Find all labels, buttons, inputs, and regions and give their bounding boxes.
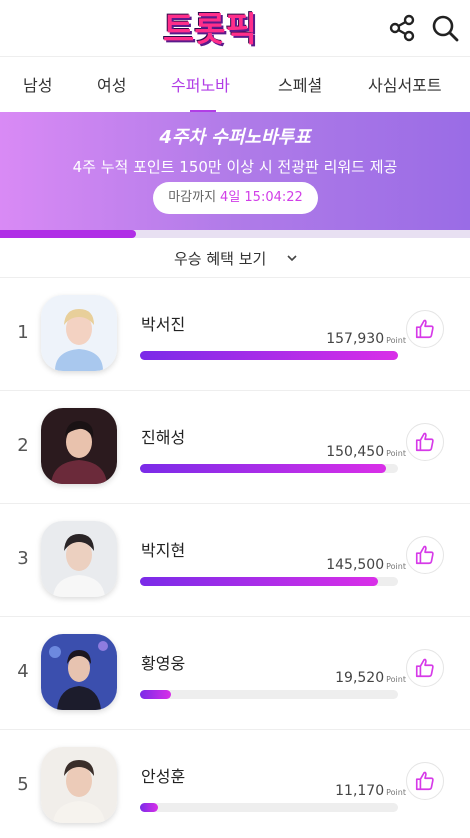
vote-progress-fill [0, 230, 137, 238]
ranking-row: 1 박서진 157,930 Point [0, 278, 470, 391]
score: 150,450 Point [326, 444, 406, 460]
rank-number: 3 [17, 548, 29, 569]
thumbs-up-icon [415, 771, 434, 791]
rank-number: 2 [17, 435, 29, 456]
score-bar-track [140, 803, 398, 812]
score-unit: Point [386, 449, 406, 458]
vote-button[interactable] [406, 536, 444, 574]
score: 11,170 Point [335, 783, 406, 799]
score-unit: Point [386, 336, 406, 345]
score-bar-fill [140, 577, 378, 586]
singer-name: 박지현 [141, 541, 186, 560]
person-portrait-icon [41, 747, 117, 823]
singer-name: 박서진 [141, 315, 186, 334]
logo-char: 트 [163, 10, 194, 50]
score-unit: Point [386, 788, 406, 797]
ranking-row: 5 안성훈 11,170 Point [0, 730, 470, 838]
score-value: 157,930 [326, 331, 385, 347]
tab-supernova[interactable]: 수퍼노바 [171, 57, 230, 113]
score-unit: Point [386, 675, 406, 684]
score: 19,520 Point [335, 670, 406, 686]
score: 145,500 Point [326, 557, 406, 573]
vote-button[interactable] [406, 310, 444, 348]
tab-female[interactable]: 여성 [97, 57, 126, 113]
chevron-down-icon [287, 255, 297, 262]
score-bar-fill [140, 351, 398, 360]
rank-number: 5 [17, 774, 29, 795]
tab-private-support[interactable]: 사심서포트 [368, 57, 442, 113]
score-bar-track [140, 464, 398, 473]
vote-button[interactable] [406, 423, 444, 461]
tab-special[interactable]: 스페셜 [278, 57, 322, 113]
deadline-label: 마감까지 [168, 190, 217, 205]
score-value: 145,500 [326, 557, 385, 573]
score: 157,930 Point [326, 331, 406, 347]
category-tabs: 남성 여성 수퍼노바 스페셜 사심서포트 [0, 56, 470, 113]
ranking-row: 2 진해성 150,450 Point [0, 391, 470, 504]
score-value: 19,520 [335, 670, 385, 686]
banner-title: 4주차 수퍼노바투표 [159, 127, 311, 148]
benefit-label: 우승 혜택 보기 [174, 250, 267, 268]
score-value: 150,450 [326, 444, 385, 460]
avatar[interactable] [41, 747, 117, 823]
score-value: 11,170 [335, 783, 385, 799]
deadline-countdown: 마감까지 4일 15:04:22 [153, 182, 318, 214]
ranking-row: 3 박지현 145,500 Point [0, 504, 470, 617]
logo-char: 롯 [194, 10, 225, 50]
person-portrait-icon [41, 634, 117, 710]
score-bar-fill [140, 690, 171, 699]
score-bar-fill [140, 803, 159, 812]
logo-char: 픽 [225, 10, 257, 50]
thumbs-up-icon [415, 545, 434, 565]
benefit-toggle[interactable]: 우승 혜택 보기 [0, 238, 470, 278]
score-bar-fill [140, 464, 386, 473]
tab-male[interactable]: 남성 [23, 57, 52, 113]
singer-name: 황영웅 [141, 654, 186, 673]
rank-number: 4 [17, 661, 29, 682]
share-icon[interactable] [388, 14, 416, 42]
person-portrait-icon [41, 521, 117, 597]
score-unit: Point [386, 562, 406, 571]
person-portrait-icon [41, 295, 117, 371]
vote-progress-track [0, 230, 470, 238]
person-portrait-icon [41, 408, 117, 484]
search-icon[interactable] [430, 13, 460, 43]
banner-subtitle: 4주 누적 포인트 150만 이상 시 전광판 리워드 제공 [72, 158, 398, 176]
avatar[interactable] [41, 408, 117, 484]
score-bar-track [140, 577, 398, 586]
avatar[interactable] [41, 521, 117, 597]
vote-button[interactable] [406, 762, 444, 800]
score-bar-track [140, 351, 398, 360]
singer-name: 안성훈 [141, 767, 186, 786]
vote-button[interactable] [406, 649, 444, 687]
score-bar-track [140, 690, 398, 699]
ranking-row: 4 황영웅 19,520 Point [0, 617, 470, 730]
rank-number: 1 [17, 322, 29, 343]
singer-name: 진해성 [141, 428, 186, 447]
avatar[interactable] [41, 634, 117, 710]
thumbs-up-icon [415, 432, 434, 452]
trotpick-logo[interactable]: 트 롯 픽 [163, 8, 257, 52]
deadline-value: 4일 15:04:22 [220, 190, 303, 205]
avatar[interactable] [41, 295, 117, 371]
thumbs-up-icon [415, 658, 434, 678]
app-header: 트 롯 픽 [0, 0, 470, 56]
vote-banner: 4주차 수퍼노바투표 4주 누적 포인트 150만 이상 시 전광판 리워드 제… [0, 112, 470, 238]
thumbs-up-icon [415, 319, 434, 339]
